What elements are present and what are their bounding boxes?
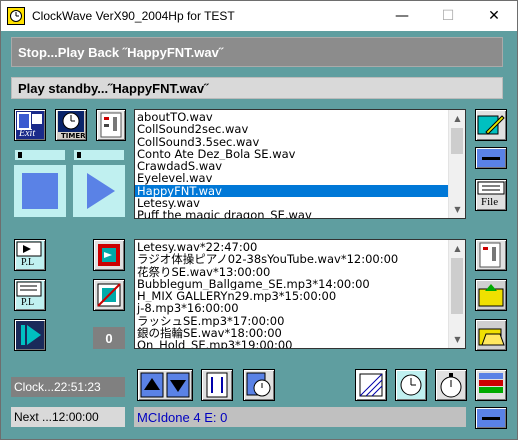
resort-button[interactable] — [201, 369, 233, 401]
scroll-up-icon[interactable]: ▲ — [449, 110, 465, 127]
scroll-down-icon[interactable]: ▼ — [449, 201, 465, 218]
keyboard-icon — [477, 181, 505, 195]
list-item[interactable]: CrawdadS.wav — [135, 160, 465, 172]
file-button[interactable]: File — [475, 179, 507, 211]
playlist-button-1[interactable]: P.L — [14, 239, 46, 271]
file-list-scrollbar[interactable]: ▲ ▼ — [448, 110, 465, 218]
sort-icon — [206, 372, 228, 398]
color-settings-button[interactable] — [475, 369, 507, 401]
list-item[interactable]: Conto Ate Dez_Bola SE.wav — [135, 148, 465, 160]
schedule-scroll-thumb[interactable] — [451, 258, 463, 314]
list-item[interactable]: On_Hold_SE.mp3*19:00:00 — [135, 339, 465, 348]
standby-status: Play standby...˝HappyFNT.wav˝ — [11, 77, 503, 99]
skip-button[interactable] — [14, 319, 46, 351]
diagonal-lines-icon — [359, 373, 383, 397]
skip-next-icon — [21, 325, 41, 345]
collapse-dash-icon — [482, 417, 500, 420]
sliders-icon — [100, 112, 122, 138]
timer-label: TIMER — [61, 132, 86, 140]
exit-label: Exit — [19, 128, 36, 139]
schedule-list-scrollbar[interactable]: ▲ ▼ — [448, 240, 465, 348]
delete-icon — [97, 283, 121, 307]
file-label: File — [481, 196, 499, 208]
list-item[interactable]: H_MIX GALLERYn29.mp3*15:00:00 — [135, 290, 465, 302]
list-item[interactable]: Letesy.wav — [135, 197, 465, 209]
app-window: ClockWave VerX90_2004Hp for TEST — ☐ ✕ S… — [0, 0, 518, 440]
list-item[interactable]: 花祭りSE.wav*13:00:00 — [135, 266, 465, 278]
color-bars-icon — [479, 373, 503, 393]
stopwatch-icon — [440, 373, 462, 398]
playlist-button-2[interactable]: P.L — [14, 279, 46, 311]
settings-button[interactable] — [96, 109, 126, 141]
minimize-button[interactable]: — — [379, 1, 425, 31]
folder-up-icon — [478, 284, 504, 307]
alarm-mode-button[interactable] — [355, 369, 387, 401]
list-item[interactable]: ラジオ体操ピアノ02-38sYouTube.wav*12:00:00 — [135, 253, 465, 265]
up-down-arrows-icon — [140, 372, 190, 398]
dash-icon — [482, 157, 500, 160]
stop-icon — [22, 173, 58, 209]
edit-icon — [477, 115, 505, 135]
import-icon — [98, 244, 120, 266]
title-bar: ClockWave VerX90_2004Hp for TEST — ☐ ✕ — [1, 1, 517, 31]
list-item[interactable]: CollSound2sec.wav — [135, 123, 465, 135]
list-item[interactable]: Eyelevel.wav — [135, 172, 465, 184]
window-title: ClockWave VerX90_2004Hp for TEST — [32, 9, 235, 23]
play-icon — [87, 173, 115, 209]
import-button[interactable] — [93, 239, 125, 271]
stopwatch-button[interactable] — [435, 369, 467, 401]
list-item[interactable]: 銀の指輪SE.wav*18:00:00 — [135, 327, 465, 339]
exit-button[interactable]: Exit — [14, 109, 46, 141]
clock-display: Clock...22:51:23 — [11, 377, 125, 397]
schedule-settings-button[interactable] — [475, 239, 507, 271]
file-list[interactable]: aboutTO.wav CollSound2sec.wav CollSound3.5… — [134, 109, 466, 219]
pl-label-2: P.L — [21, 297, 35, 308]
folder-open-icon — [478, 328, 505, 346]
list-item[interactable]: HappyFNT.wav — [135, 184, 465, 198]
close-button[interactable]: ✕ — [471, 1, 517, 31]
move-up-down-button[interactable] — [137, 369, 193, 401]
playback-status: Stop...Play Back ˝HappyFNT.wav˝ — [11, 37, 503, 67]
counter-display: 0 — [93, 327, 125, 349]
delete-entry-button[interactable] — [93, 279, 125, 311]
volume-bar-right[interactable] — [73, 149, 125, 161]
schedule-scroll-up-icon[interactable]: ▲ — [449, 240, 465, 257]
schedule-sliders-icon — [479, 242, 501, 268]
app-clock-icon — [7, 7, 25, 25]
collapse-button[interactable] — [475, 407, 507, 429]
clock-frame-icon — [400, 374, 422, 396]
list-item[interactable]: Puff the magic dragon_SE.wav — [135, 209, 465, 218]
time-sort-button[interactable] — [243, 369, 275, 401]
list-item[interactable]: Bubblegum_Ballgame_SE.mp3*14:00:00 — [135, 278, 465, 290]
schedule-list[interactable]: Letesy.wav*22:47:00 ラジオ体操ピアノ02-38sYouTube… — [134, 239, 466, 349]
stop-button[interactable] — [14, 165, 66, 217]
list-item[interactable]: aboutTO.wav — [135, 111, 465, 123]
clock-list-icon — [246, 372, 271, 397]
list-item[interactable]: ラッシュSE.mp3*17:00:00 — [135, 315, 465, 327]
play-button[interactable] — [73, 165, 125, 217]
edit-button[interactable] — [475, 109, 507, 141]
schedule-scroll-down-icon[interactable]: ▼ — [449, 331, 465, 348]
maximize-button[interactable]: ☐ — [425, 1, 471, 31]
clock-settings-button[interactable] — [395, 369, 427, 401]
mci-status: MCIdone 4 E: 0 — [134, 407, 466, 427]
volume-bar-left[interactable] — [14, 149, 66, 161]
list-item[interactable]: CollSound3.5sec.wav — [135, 136, 465, 148]
clock-icon — [58, 111, 84, 132]
next-display: Next ...12:00:00 — [11, 407, 125, 427]
scroll-thumb[interactable] — [451, 128, 463, 154]
browse-folder-button[interactable] — [475, 319, 507, 351]
list-item[interactable]: Letesy.wav*22:47:00 — [135, 241, 465, 253]
list-item[interactable]: j-8.mp3*16:00:00 — [135, 302, 465, 314]
timer-button[interactable]: TIMER — [55, 109, 87, 141]
pl-label-1: P.L — [21, 257, 35, 268]
open-folder-button[interactable] — [475, 279, 507, 311]
minimize-list-button[interactable] — [475, 147, 507, 169]
